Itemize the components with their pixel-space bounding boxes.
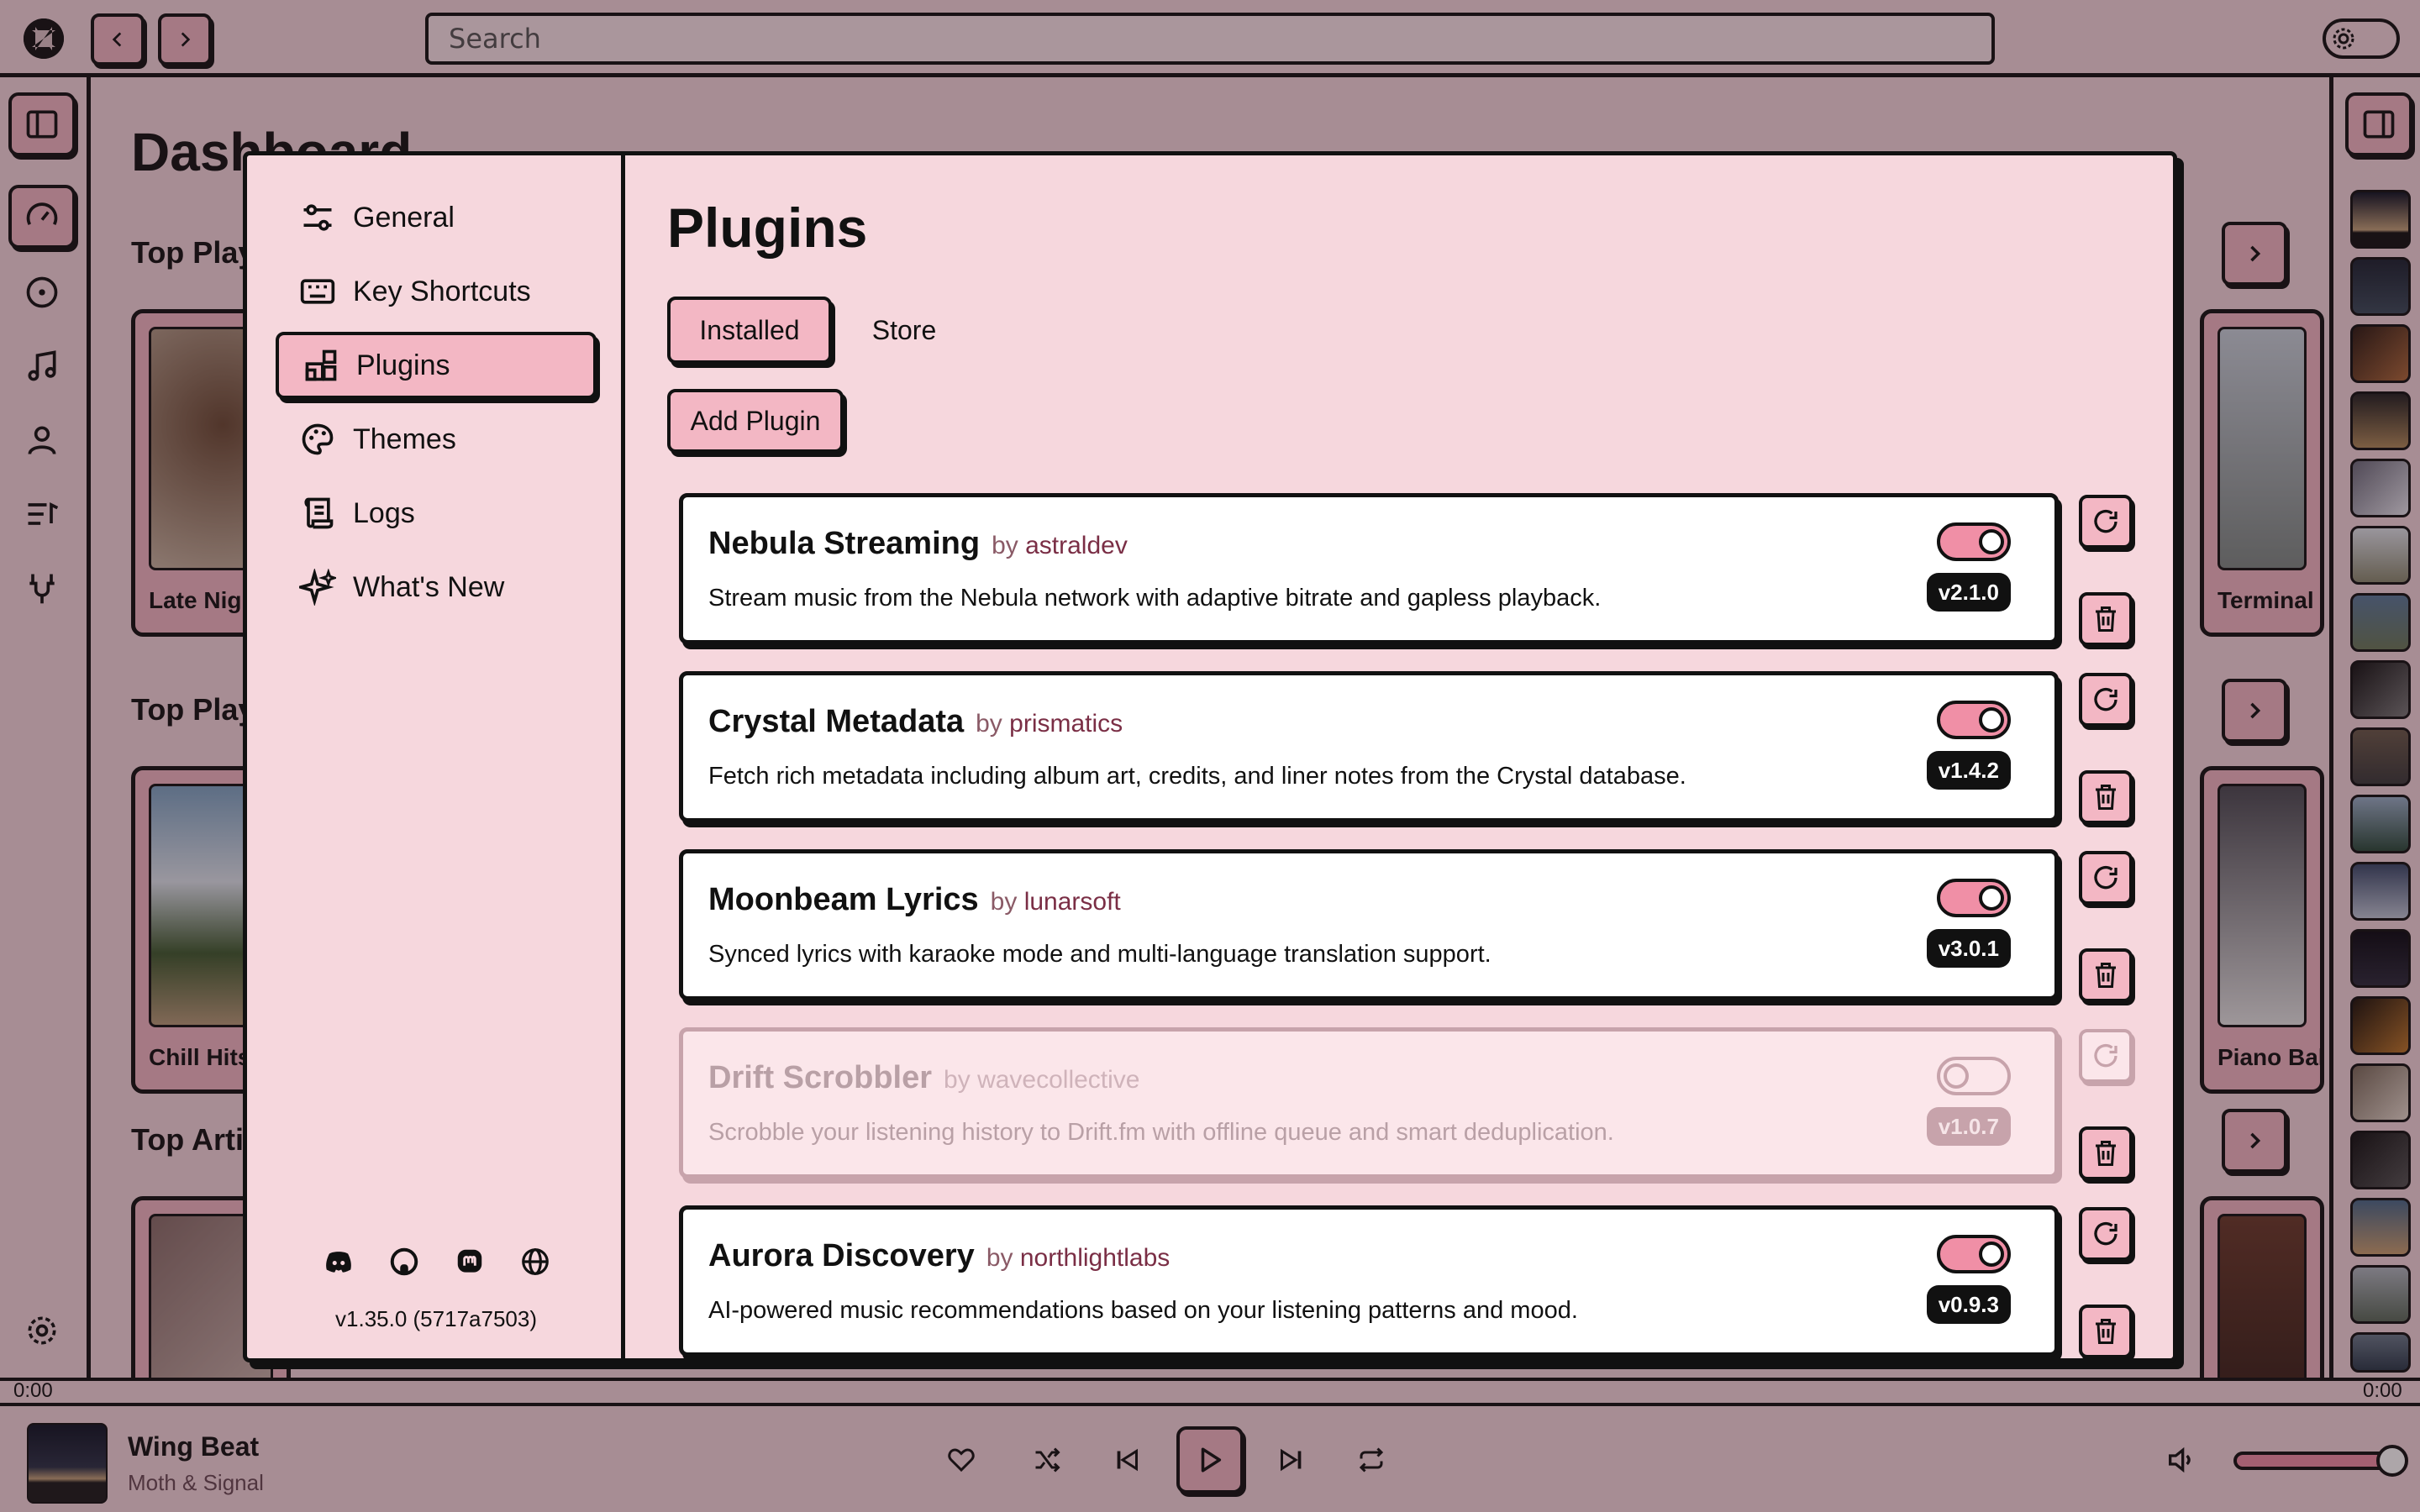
plugin-enable-toggle[interactable]: [1937, 1235, 2011, 1273]
nav-label: Logs: [353, 496, 415, 529]
plugin-reload-button[interactable]: [2079, 1029, 2133, 1083]
scroll-icon: [304, 497, 334, 529]
app-version: v1.35.0 (5717a7503): [335, 1306, 537, 1331]
social-links: [323, 1246, 551, 1278]
plugin-description: Stream music from the Nebula network wit…: [708, 585, 1602, 612]
settings-sidebar: General Key Shortcuts Plugins Themes Log…: [247, 155, 625, 1358]
plugin-by: by: [944, 1066, 971, 1094]
settings-modal: General Key Shortcuts Plugins Themes Log…: [243, 151, 2177, 1362]
plugin-card: Aurora Discovery by northlightlabs AI-pow…: [679, 1205, 2059, 1357]
add-plugin-button[interactable]: Add Plugin: [667, 389, 844, 453]
plugin-card: Crystal Metadata by prismatics Fetch rich…: [679, 671, 2059, 822]
plugin-author[interactable]: wavecollective: [977, 1066, 1139, 1094]
settings-nav-logs[interactable]: Logs: [276, 480, 597, 547]
plugin-name: Moonbeam Lyrics: [708, 882, 979, 917]
refresh-icon: [2094, 1043, 2118, 1068]
plugin-delete-button[interactable]: [2079, 948, 2133, 1002]
globe-icon[interactable]: [519, 1246, 551, 1278]
keyboard-icon: [300, 279, 335, 304]
plugin-name: Crystal Metadata: [708, 704, 965, 739]
plugin-description: Scrobble your listening history to Drift…: [708, 1119, 1614, 1146]
github-icon[interactable]: [388, 1246, 420, 1278]
trash-icon: [2096, 1141, 2116, 1166]
plugin-by: by: [976, 710, 1002, 738]
plugin-author[interactable]: prismatics: [1009, 710, 1123, 738]
plugin-delete-button[interactable]: [2079, 592, 2133, 646]
plugins-icon: [305, 349, 337, 381]
settings-nav-key-shortcuts[interactable]: Key Shortcuts: [276, 258, 597, 325]
plugin-name: Nebula Streaming: [708, 526, 981, 561]
plugin-reload-button[interactable]: [2079, 1207, 2133, 1261]
discord-icon[interactable]: [323, 1246, 355, 1278]
plugin-description: AI-powered music recommendations based o…: [708, 1297, 1578, 1324]
plugin-version-badge: v3.0.1: [1926, 929, 2011, 968]
page-title: Plugins: [667, 197, 868, 259]
plugin-reload-button[interactable]: [2079, 851, 2133, 905]
plugin-reload-button[interactable]: [2079, 495, 2133, 549]
plugin-version-badge: v0.9.3: [1926, 1285, 2011, 1324]
trash-icon: [2096, 1319, 2116, 1344]
plugin-enable-toggle[interactable]: [1937, 522, 2011, 561]
nav-label: What's New: [353, 570, 505, 603]
trash-icon: [2096, 606, 2116, 632]
plugin-enable-toggle[interactable]: [1937, 879, 2011, 917]
refresh-icon: [2094, 1221, 2118, 1246]
plugin-reload-button[interactable]: [2079, 673, 2133, 727]
sparkles-icon: [299, 569, 336, 606]
mastodon-icon[interactable]: [454, 1246, 486, 1278]
nav-label: Themes: [353, 423, 456, 455]
tab-store[interactable]: Store: [845, 297, 963, 364]
plugin-delete-button[interactable]: [2079, 1126, 2133, 1180]
sliders-icon: [303, 204, 332, 231]
plugin-version-badge: v2.1.0: [1926, 573, 2011, 612]
refresh-icon: [2094, 509, 2118, 533]
nav-label: General: [353, 201, 455, 234]
nav-label: Plugins: [356, 349, 450, 381]
trash-icon: [2096, 785, 2116, 810]
settings-nav-whats-new[interactable]: What's New: [276, 554, 597, 621]
plugin-version-badge: v1.4.2: [1926, 751, 2011, 790]
plugin-card: Moonbeam Lyrics by lunarsoft Synced lyric…: [679, 849, 2059, 1000]
plugin-card: Nebula Streaming by astraldev Stream musi…: [679, 493, 2059, 644]
refresh-icon: [2094, 687, 2118, 711]
nav-label: Key Shortcuts: [353, 275, 531, 307]
plugin-author[interactable]: lunarsoft: [1024, 888, 1121, 916]
refresh-icon: [2094, 865, 2118, 890]
settings-nav-general[interactable]: General: [276, 184, 597, 251]
plugin-author[interactable]: northlightlabs: [1020, 1244, 1170, 1272]
plugins-panel: Plugins Installed Store Add Plugin Nebul…: [625, 155, 2173, 1358]
plugin-by: by: [992, 532, 1018, 559]
plugin-by: by: [990, 888, 1018, 916]
plugin-name: Drift Scrobbler: [708, 1060, 933, 1095]
plugin-author[interactable]: astraldev: [1025, 532, 1128, 559]
plugin-card: Drift Scrobbler by wavecollective Scrobbl…: [679, 1027, 2059, 1179]
plugin-delete-button[interactable]: [2079, 770, 2133, 824]
settings-nav-plugins[interactable]: Plugins: [276, 332, 597, 399]
plugin-name: Aurora Discovery: [708, 1238, 975, 1273]
settings-nav-themes[interactable]: Themes: [276, 406, 597, 473]
tab-installed[interactable]: Installed: [667, 297, 832, 364]
palette-icon: [302, 423, 334, 455]
plugin-version-badge: v1.0.7: [1926, 1107, 2011, 1146]
trash-icon: [2096, 963, 2116, 988]
plugin-description: Synced lyrics with karaoke mode and mult…: [708, 941, 1491, 968]
plugin-enable-toggle[interactable]: [1937, 701, 2011, 739]
plugin-enable-toggle[interactable]: [1937, 1057, 2011, 1095]
plugin-by: by: [986, 1244, 1013, 1272]
plugin-delete-button[interactable]: [2079, 1305, 2133, 1358]
plugin-description: Fetch rich metadata including album art,…: [708, 763, 1686, 790]
